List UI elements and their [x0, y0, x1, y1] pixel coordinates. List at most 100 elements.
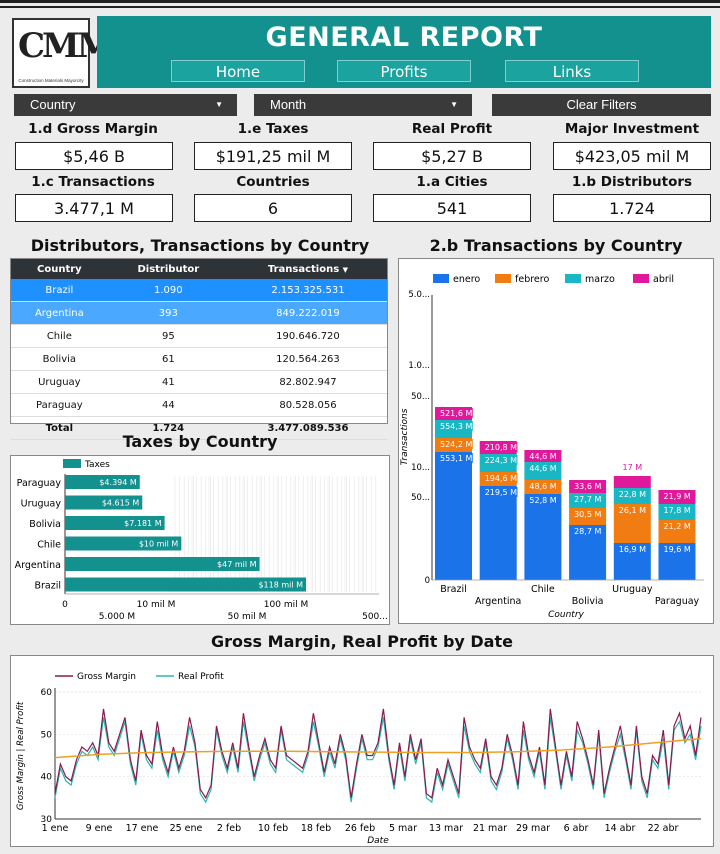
cell-transactions: 120.564.263 — [228, 347, 387, 371]
kpi-value-distributors: 1.724 — [553, 194, 711, 222]
segment-data-label: 27,7 M — [574, 495, 601, 504]
kpi-label-transactions: 1.c Transactions — [31, 174, 155, 190]
taxes-chart: Taxes Paraguay $4.394 M Uruguay $4.615 M Boli… — [15, 459, 388, 622]
taxes-chart-title: Taxes by Country — [122, 432, 278, 451]
dist-table: Country Distributor Transactions ▼ Brazi… — [11, 259, 387, 440]
stack-segment — [435, 452, 472, 580]
legend-label-gross-margin: Gross Margin — [77, 672, 136, 682]
x-tick-label: 100 mil M — [264, 600, 308, 610]
x-tick-label: 0 — [62, 600, 68, 610]
dist-table-title: Distributors, Transactions by Country — [30, 236, 370, 255]
line-series-gross-margin — [54, 708, 702, 800]
transactions-chart-title: 2.b Transactions by Country — [429, 236, 683, 255]
y-axis-title: Gross Margin | Real Profit — [16, 701, 26, 810]
bar-data-label: $7.181 M — [124, 519, 162, 528]
segment-data-label: 44,6 M — [529, 464, 556, 473]
nav-profits-button[interactable]: Profits — [337, 60, 471, 82]
x-category-label: Brazil — [440, 584, 467, 595]
kpi-value-gross-margin: $5,46 B — [15, 142, 173, 170]
kpi-value-countries: 6 — [194, 194, 352, 222]
kpi-label-taxes: 1.e Taxes — [237, 121, 309, 137]
segment-data-label: 194,6 M — [485, 474, 517, 483]
kpi-value-major-investment: $423,05 mil M — [553, 142, 711, 170]
table-row[interactable]: Bolivia 61 120.564.263 — [11, 347, 387, 371]
segment-data-label: 52,8 M — [529, 496, 556, 505]
logo-subtitle: Construction Materials Mayorcity — [18, 78, 84, 83]
col-header-distributor[interactable]: Distributor — [107, 259, 229, 279]
cell-distributor: 44 — [107, 393, 229, 417]
table-row[interactable]: Paraguay 44 80.528.056 — [11, 393, 387, 417]
bar-data-label: $4.615 M — [102, 499, 140, 508]
x-tick-label: 18 feb — [301, 823, 331, 834]
cell-transactions: 80.528.056 — [228, 393, 387, 417]
table-row[interactable]: Uruguay 41 82.802.947 — [11, 370, 387, 394]
kpi-value-cities: 541 — [373, 194, 531, 222]
page-title: GENERAL REPORT — [265, 22, 543, 53]
segment-data-label: 219,5 M — [485, 488, 517, 497]
legend-label-febrero: febrero — [515, 274, 549, 285]
segment-data-label: 554,3 M — [440, 422, 472, 431]
segment-data-label: 16,9 M — [619, 545, 646, 554]
y-tick-label: 1.0... — [408, 361, 430, 371]
legend-swatch-febrero — [495, 274, 511, 283]
cell-transactions: 2.153.325.531 — [228, 279, 387, 302]
x-tick-label: 17 ene — [126, 823, 159, 834]
x-tick-label: 2 feb — [217, 823, 241, 834]
stack-segment — [524, 494, 562, 580]
country-dropdown-label: Country — [30, 97, 76, 112]
kpi-label-gross-margin: 1.d Gross Margin — [28, 121, 158, 137]
chevron-down-icon: ▼ — [215, 100, 223, 109]
nav-home-button[interactable]: Home — [171, 60, 305, 82]
kpi-value-taxes: $191,25 mil M — [194, 142, 352, 170]
kpi-label-cities: 1.a Cities — [416, 174, 488, 190]
y-tick-label: 50... — [411, 493, 430, 503]
x-category-label: Argentina — [475, 596, 521, 607]
cell-transactions: 190.646.720 — [228, 324, 387, 348]
x-tick-label: 10 feb — [258, 823, 288, 834]
company-logo: CMM Construction Materials Mayorcity — [12, 18, 114, 88]
month-dropdown-label: Month — [270, 97, 307, 112]
kpi-label-major-investment: Major Investment — [564, 121, 700, 137]
bar-data-label: $118 mil M — [258, 581, 303, 590]
legend-label-marzo: marzo — [585, 274, 615, 285]
transactions-chart-panel: enero febrero marzo abril 5.0... 1.0... 50... 1… — [398, 258, 714, 624]
country-dropdown[interactable]: Country ▼ — [14, 94, 237, 116]
segment-data-label: 19,6 M — [664, 545, 691, 554]
cell-distributor: 1.090 — [107, 279, 229, 302]
bar-data-label: $47 mil M — [217, 560, 257, 569]
segment-data-label: 22,8 M — [619, 490, 646, 499]
month-dropdown[interactable]: Month ▼ — [254, 94, 472, 116]
clear-filters-button[interactable]: Clear Filters — [492, 94, 711, 116]
bar-category-label: Argentina — [15, 560, 61, 571]
segment-data-label: 44,6 M — [529, 452, 556, 461]
x-tick-label: 50 mil M — [228, 612, 267, 622]
segment-data-label: 26,1 M — [619, 506, 646, 515]
x-category-label: Chile — [531, 584, 555, 595]
table-row[interactable]: Brazil 1.090 2.153.325.531 — [11, 279, 387, 302]
segment-data-label: 524,2 M — [440, 440, 472, 449]
cell-distributor: 41 — [107, 370, 229, 394]
table-row[interactable]: Argentina 393 849.222.019 — [11, 301, 387, 325]
col-header-country[interactable]: Country — [11, 259, 108, 279]
table-header-row: Country Distributor Transactions ▼ — [11, 259, 387, 279]
cell-distributor: 393 — [107, 301, 229, 325]
y-tick-label: 10... — [411, 463, 430, 473]
nav-links-button[interactable]: Links — [505, 60, 639, 82]
legend-label-taxes: Taxes — [84, 460, 110, 470]
col-header-transactions[interactable]: Transactions ▼ — [228, 259, 387, 279]
bar-category-label: Brazil — [34, 581, 61, 592]
segment-data-label: 17,8 M — [664, 506, 691, 515]
line-chart-panel: Gross Margin Real Profit 60 50 40 30 Gross Mar… — [10, 655, 714, 847]
bar-category-label: Paraguay — [17, 478, 62, 489]
x-axis-title: Country — [548, 610, 584, 620]
x-tick-label: 22 abr — [648, 823, 679, 834]
x-tick-label: 14 abr — [605, 823, 636, 834]
legend-swatch-marzo — [565, 274, 581, 283]
cell-country: Chile — [11, 324, 108, 348]
bar-category-label: Bolivia — [29, 519, 61, 530]
top-rule-2 — [0, 6, 720, 8]
x-tick-label: 25 ene — [170, 823, 203, 834]
table-row[interactable]: Chile 95 190.646.720 — [11, 324, 387, 348]
col-header-transactions-label: Transactions — [267, 263, 340, 275]
segment-data-label: 30,5 M — [574, 510, 601, 519]
